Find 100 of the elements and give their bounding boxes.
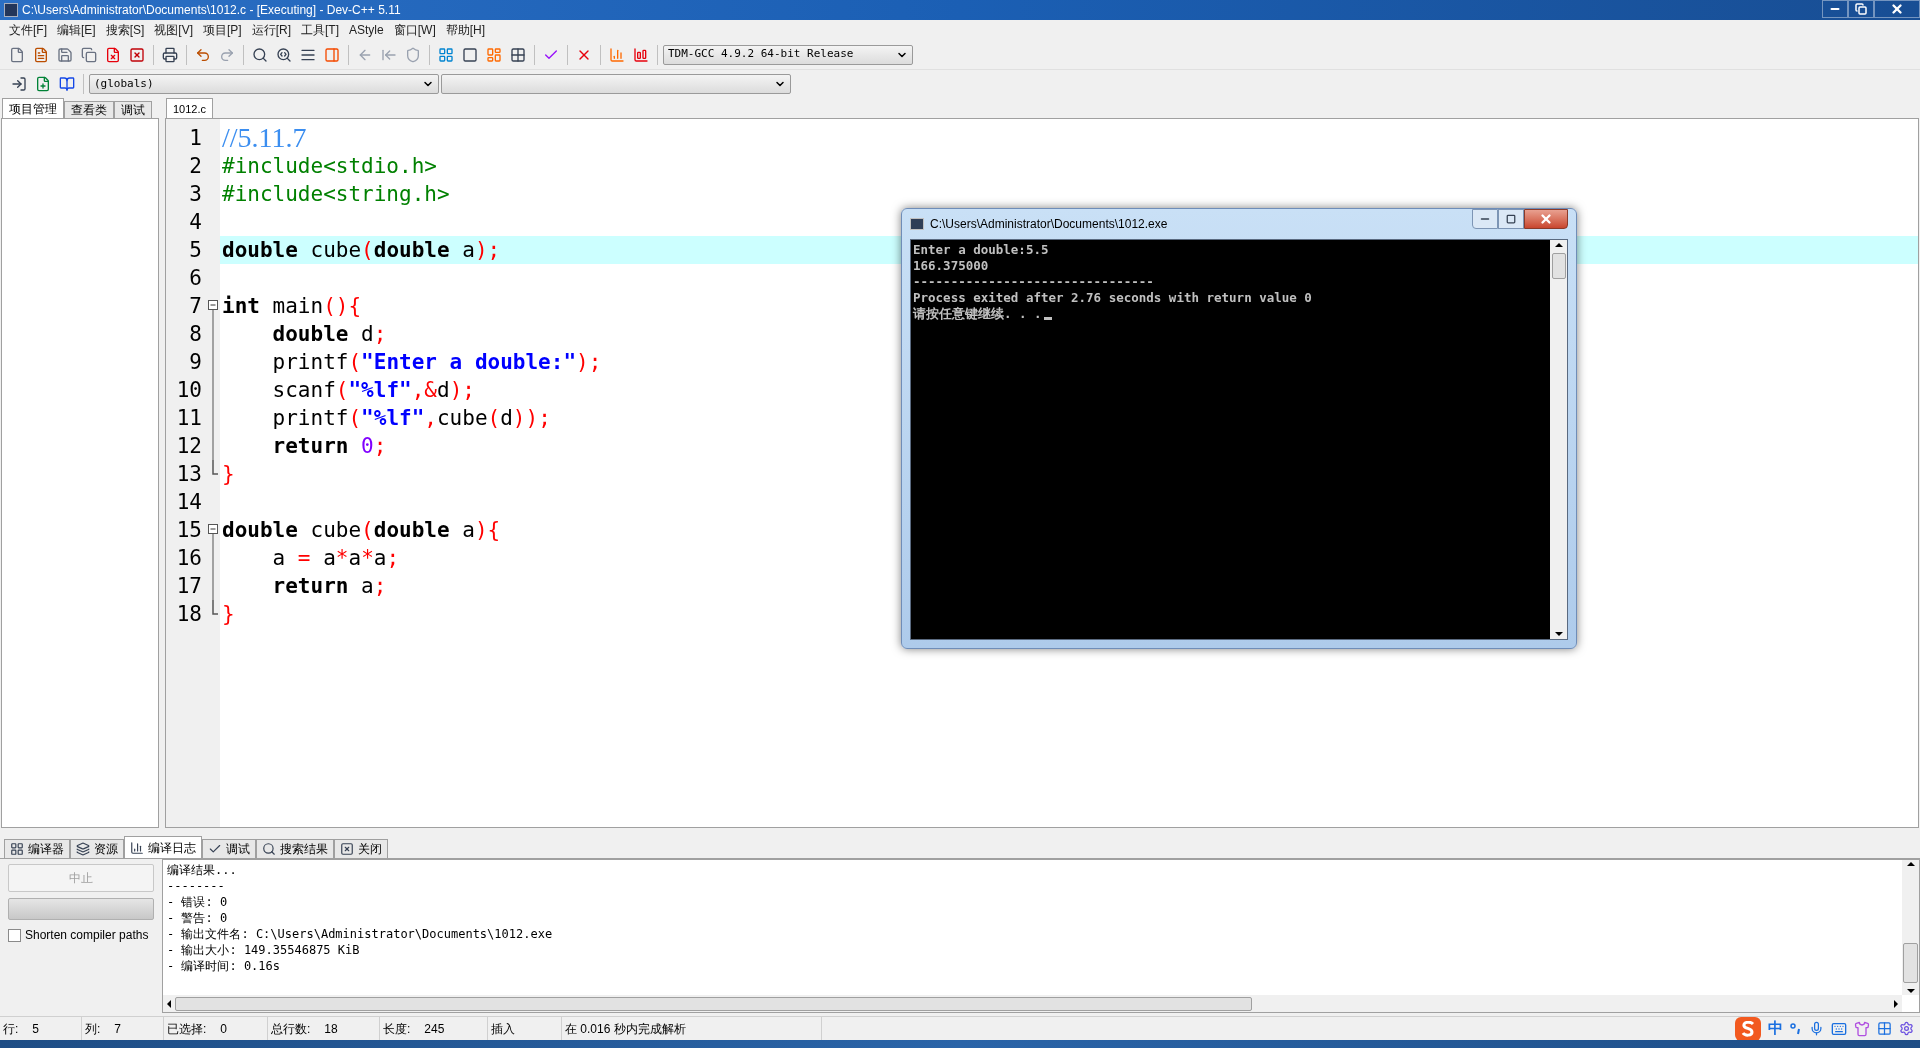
code-line: } (222, 461, 235, 488)
output-tab[interactable]: 关闭 (334, 839, 388, 858)
file-text-icon (33, 46, 49, 63)
file-x-icon (105, 46, 121, 63)
menu-item[interactable]: 项目[P] (198, 21, 247, 39)
shirt-icon[interactable] (1854, 1020, 1870, 1037)
file-plus-icon (35, 76, 51, 92)
output-tab[interactable]: 编译日志 (124, 836, 202, 858)
code-line: scanf("%lf",&d); (271, 377, 475, 404)
code-line: double d; (271, 321, 387, 348)
editor-tab[interactable]: 1012.c (166, 98, 214, 118)
bar-chart-icon (609, 46, 625, 63)
checkbox[interactable] (8, 928, 21, 942)
status-value: 5 (32, 1020, 40, 1038)
maximize-button[interactable] (1498, 209, 1524, 229)
search-icon (252, 46, 268, 63)
status-label: 在 0.016 秒内完成解析 (565, 1020, 686, 1038)
console-line: Process exited after 2.76 seconds with return value 0 (913, 290, 1312, 306)
menu-item[interactable]: 搜索[S] (100, 21, 150, 39)
scroll-thumb[interactable] (175, 996, 1252, 1011)
panel-tab[interactable]: 调试 (114, 101, 152, 118)
scroll-up-icon[interactable] (1554, 243, 1563, 247)
panel-icon (324, 46, 340, 63)
code-line: return 0; (271, 433, 387, 460)
status-label: 长度: (383, 1020, 411, 1038)
log-line: -------- (167, 878, 225, 894)
grid-icon (438, 46, 454, 63)
ime-logo-icon[interactable] (1735, 1016, 1761, 1041)
close-icon (1539, 212, 1553, 226)
status-value: 7 (114, 1020, 122, 1038)
menu-item[interactable]: AStyle (344, 21, 389, 39)
status-label: 列: (85, 1020, 101, 1038)
status-value: 0 (220, 1020, 228, 1038)
panel-tab[interactable]: 项目管理 (2, 98, 64, 118)
restore-icon (1855, 3, 1867, 15)
app-icon (4, 3, 18, 17)
line-number: 5 (188, 237, 202, 264)
tiles-icon (510, 46, 526, 63)
scroll-down-icon[interactable] (1554, 632, 1563, 636)
undo-icon (195, 46, 211, 63)
line-number: 8 (188, 321, 202, 348)
menu-item[interactable]: 文件[F] (4, 21, 52, 39)
status-label: 总行数: (271, 1020, 311, 1038)
text-cursor (1044, 317, 1052, 320)
status-value: 18 (324, 1020, 338, 1038)
log-line: - 错误: 0 (167, 894, 228, 910)
horizontal-scrollbar[interactable] (163, 995, 1902, 1012)
output-tab[interactable]: 资源 (70, 839, 124, 858)
fold-end-guide (212, 600, 218, 615)
minimize-button[interactable] (1472, 209, 1498, 229)
symbol-select[interactable] (441, 74, 791, 94)
line-number: 17 (175, 573, 202, 600)
grid-icon[interactable] (1877, 1021, 1892, 1036)
scroll-down-icon[interactable] (1906, 989, 1915, 993)
close-icon (1890, 2, 1904, 16)
console-scrollbar[interactable] (1550, 240, 1567, 639)
bar-chart-icon (130, 840, 144, 855)
scope-select[interactable]: (globals) (89, 74, 439, 94)
scroll-thumb[interactable] (1551, 253, 1566, 279)
output-tab[interactable]: 搜索结果 (256, 839, 334, 858)
punctuation-icon[interactable] (1790, 1022, 1802, 1035)
output-tab[interactable]: 编译器 (4, 839, 70, 858)
line-number: 18 (175, 601, 202, 628)
log-line: - 输出文件名: C:\Users\Administrator\Documents\1012.exe (167, 926, 553, 942)
output-tab[interactable]: 调试 (202, 839, 256, 858)
settings-icon[interactable] (1899, 1021, 1914, 1036)
line-number: 6 (188, 265, 202, 292)
microphone-icon[interactable] (1809, 1021, 1824, 1036)
status-value: 245 (424, 1020, 445, 1038)
file-icon (9, 46, 25, 63)
scroll-left-icon[interactable] (167, 999, 171, 1008)
menu-item[interactable]: 工具[T] (296, 21, 345, 39)
compiler-select[interactable]: TDM-GCC 4.9.2 64-bit Release (663, 44, 913, 65)
status-label: 插入 (491, 1020, 515, 1038)
close-button[interactable] (1524, 209, 1568, 229)
line-number: 16 (175, 545, 202, 572)
scroll-right-icon[interactable] (1894, 999, 1898, 1008)
line-number: 3 (188, 181, 202, 208)
line-number: 14 (175, 489, 202, 516)
panel-tab[interactable]: 查看类 (64, 101, 114, 118)
menu-item[interactable]: 编辑[E] (52, 21, 101, 39)
line-number: 1 (188, 125, 202, 152)
restore-button[interactable] (1848, 0, 1874, 18)
console-line: Enter a double:5.5 (913, 242, 1049, 258)
window-icon (462, 46, 478, 63)
collapse-icon[interactable] (208, 300, 218, 320)
menu-item[interactable]: 帮助[H] (440, 21, 491, 39)
line-number: 9 (188, 349, 202, 376)
collapse-icon[interactable] (208, 524, 218, 544)
scroll-thumb[interactable] (1903, 943, 1918, 983)
keyboard-icon[interactable] (1831, 1020, 1847, 1037)
ime-mode[interactable]: 中 (1768, 1017, 1783, 1040)
code-line: return a; (271, 573, 387, 600)
scroll-up-icon[interactable] (1906, 862, 1915, 866)
menu-item[interactable]: 窗口[W] (388, 21, 441, 39)
book-icon (59, 76, 75, 92)
console-app-icon (910, 218, 924, 230)
vertical-scrollbar[interactable] (1902, 860, 1919, 995)
menu-item[interactable]: 视图[V] (149, 21, 198, 39)
menu-item[interactable]: 运行[R] (246, 21, 297, 39)
